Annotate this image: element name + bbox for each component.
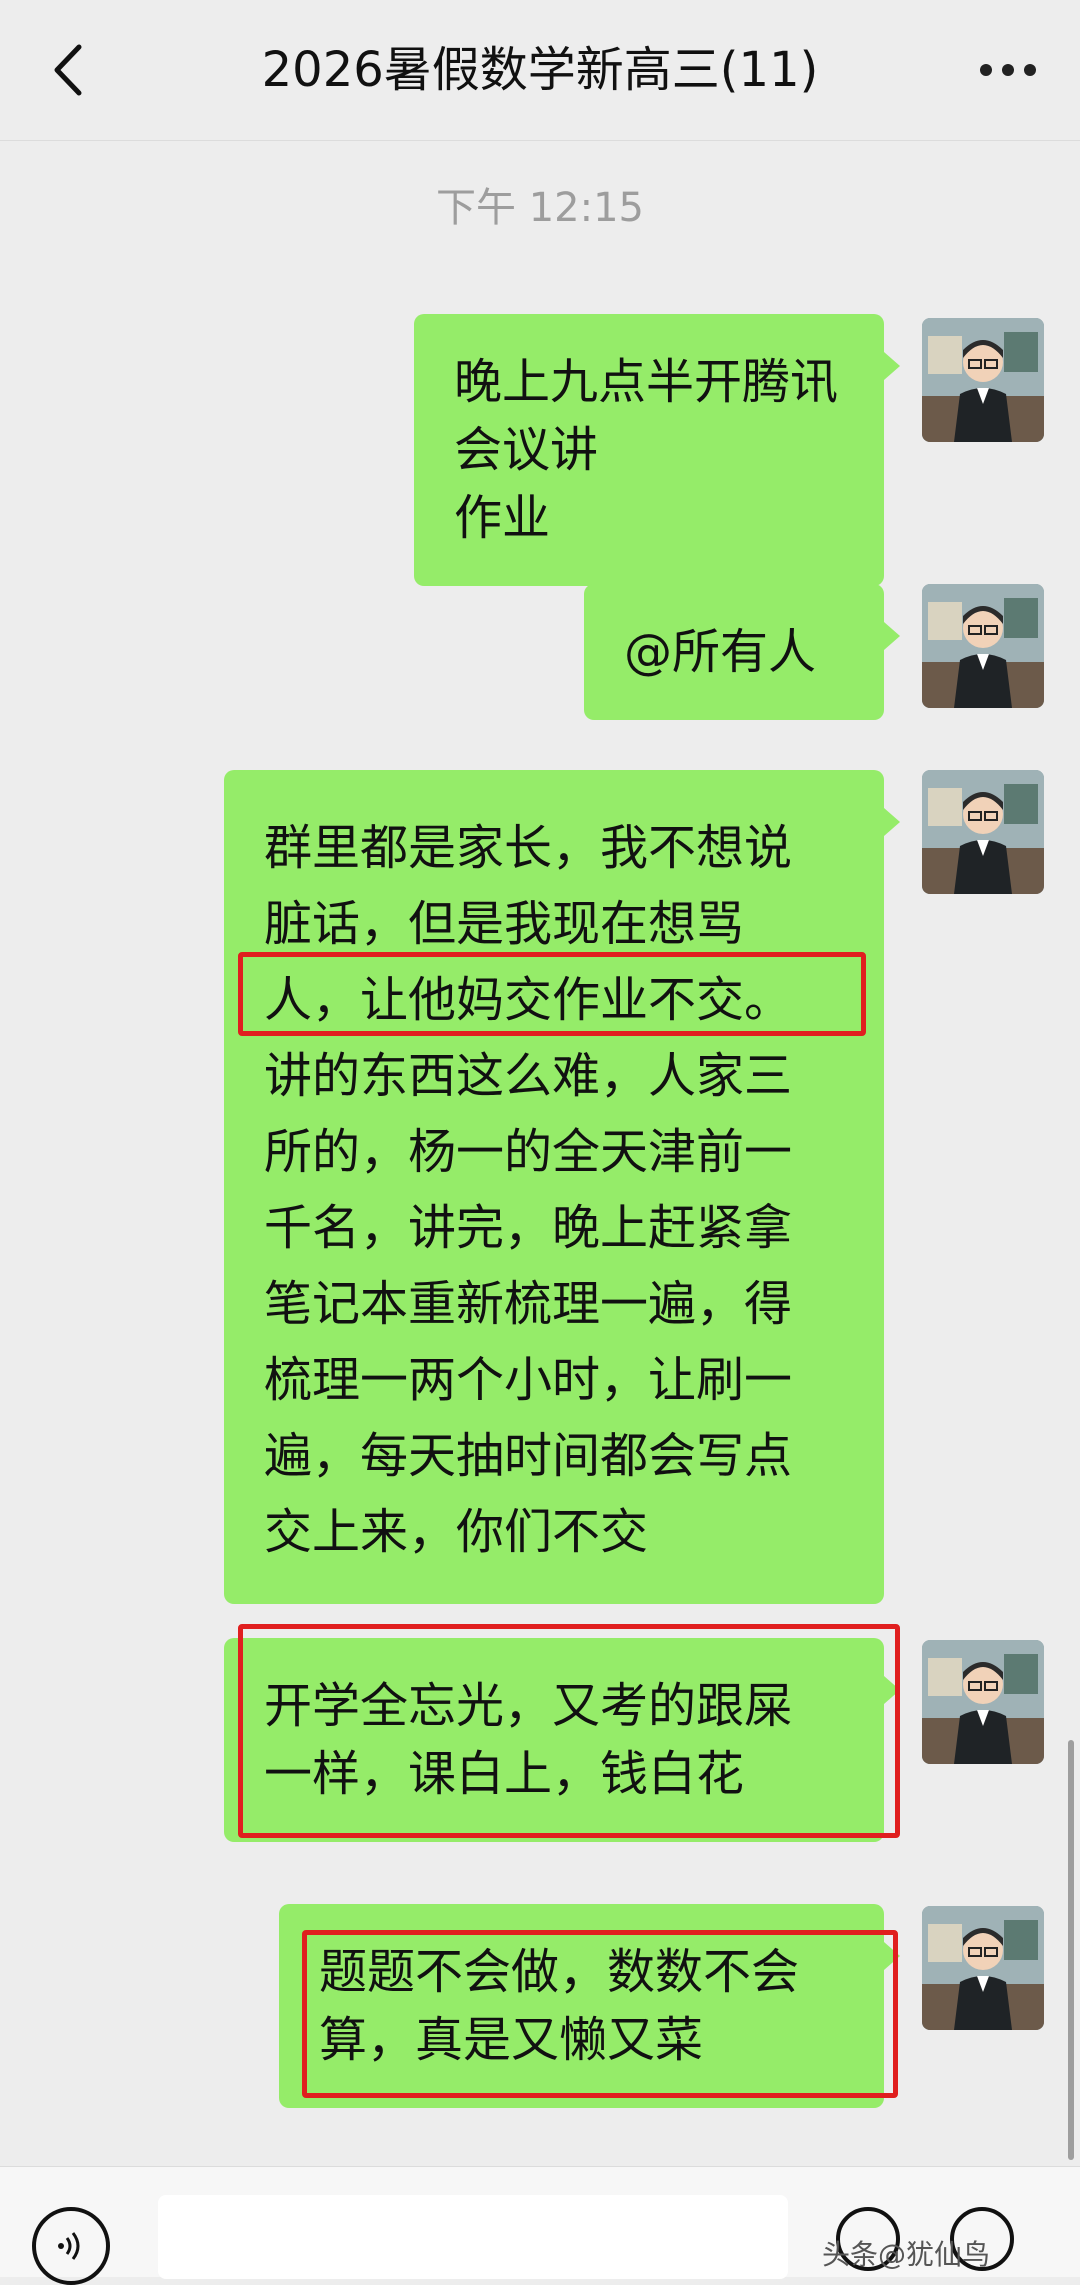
message-input[interactable] <box>158 2195 788 2279</box>
red-highlight-box <box>238 1624 900 1838</box>
scrollbar[interactable] <box>1068 1740 1074 2160</box>
teacher-avatar-icon <box>922 770 1044 894</box>
red-highlight-box <box>238 952 866 1036</box>
message-bubble[interactable]: 晚上九点半开腾讯会议讲 作业 <box>414 314 900 586</box>
message-bubble[interactable]: @所有人 <box>584 584 900 720</box>
avatar[interactable] <box>922 584 1044 708</box>
chat-title: 2026暑假数学新高三(11) <box>261 42 819 98</box>
avatar[interactable] <box>922 318 1044 442</box>
more-button[interactable] <box>968 42 1048 98</box>
teacher-avatar-icon <box>922 318 1044 442</box>
voice-button[interactable] <box>32 2207 110 2285</box>
message-timestamp: 下午 12:15 <box>436 185 644 231</box>
back-button[interactable] <box>40 38 96 102</box>
avatar[interactable] <box>922 1640 1044 1764</box>
watermark: 头条@犹仙鸟 <box>821 2238 990 2271</box>
teacher-avatar-icon <box>922 1906 1044 2030</box>
more-dot-icon <box>1024 64 1036 76</box>
teacher-avatar-icon <box>922 584 1044 708</box>
teacher-avatar-icon <box>922 1640 1044 1764</box>
avatar[interactable] <box>922 1906 1044 2030</box>
voice-icon <box>58 2232 80 2260</box>
more-dot-icon <box>1002 64 1014 76</box>
more-dot-icon <box>980 64 992 76</box>
message-bubble[interactable]: 群里都是家长，我不想说 脏话，但是我现在想骂 人，让他妈交作业不交。 讲的东西这… <box>224 770 900 1604</box>
red-highlight-box <box>302 1930 898 2098</box>
avatar[interactable] <box>922 770 1044 894</box>
input-toolbar: 头条@犹仙鸟 <box>0 2166 1080 2285</box>
chevron-left-icon <box>54 44 82 96</box>
chat-header: 2026暑假数学新高三(11) <box>0 0 1080 141</box>
